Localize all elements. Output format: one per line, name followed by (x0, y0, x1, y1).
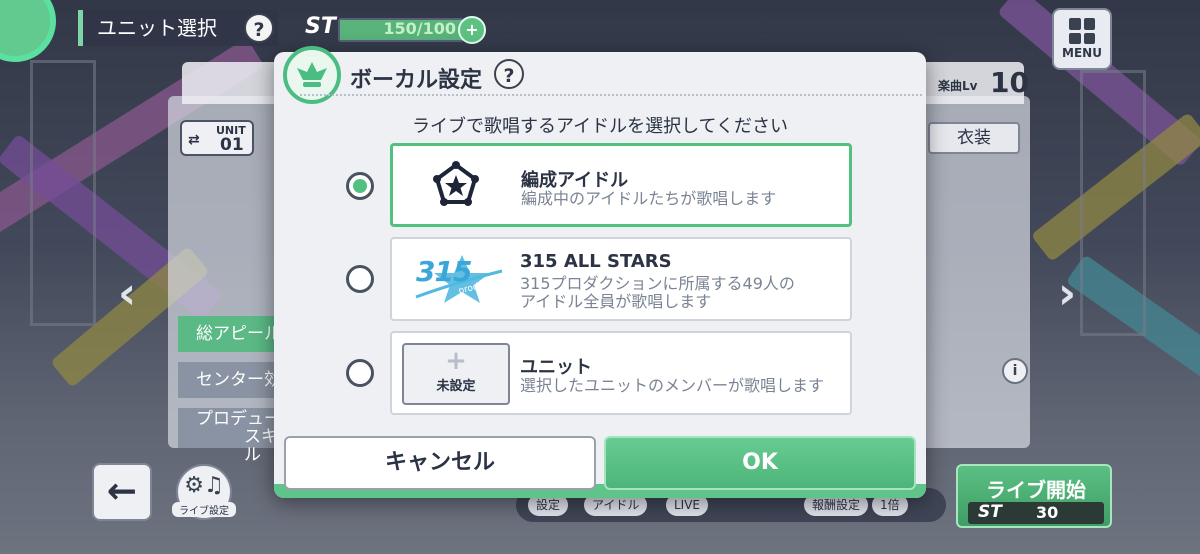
option-desc: 編成中のアイドルたちが歌唱します (521, 189, 777, 208)
song-level-value: 10 (990, 66, 1029, 99)
live-start-button[interactable]: ライブ開始 ST 30 (956, 464, 1112, 528)
costume-button[interactable]: 衣装 (928, 122, 1020, 154)
tab-producer-line1: プロデュー (196, 409, 281, 429)
dialog-instruction: ライブで歌唱するアイドルを選択してください (411, 116, 789, 137)
option-315-all-stars[interactable]: 315 production 315 ALL STARS 315プロダクションに… (390, 237, 852, 321)
plus-icon: + (445, 346, 467, 376)
radio-315-all-stars[interactable] (346, 265, 374, 293)
unit-unset-button[interactable]: + 未設定 (402, 343, 510, 405)
radio-unit[interactable] (346, 359, 374, 387)
stamina-bar: 150/100 (338, 18, 464, 42)
stamina-plus-button[interactable]: + (458, 16, 486, 44)
option-desc: 選択したユニットのメンバーが歌唱します (520, 376, 825, 395)
stamina-text: 150/100 (383, 19, 456, 38)
option-unit[interactable]: + 未設定 ユニット 選択したユニットのメンバーが歌唱します (390, 331, 852, 415)
unit-chip-number: 01 (220, 135, 244, 155)
back-button[interactable]: ← (92, 463, 152, 521)
dialog-divider (300, 94, 922, 96)
info-icon[interactable]: i (1002, 358, 1028, 384)
tab-center[interactable]: センター効 (178, 362, 282, 398)
tab-producer-line2: スキル (244, 427, 278, 465)
tab-producer[interactable]: プロデュー スキル (178, 408, 282, 464)
option-desc-line1: 315プロダクションに所属する49人の (520, 274, 795, 293)
unit-switch-button[interactable]: ⇄ UNIT 01 (180, 120, 254, 156)
ok-button[interactable]: OK (604, 436, 916, 490)
menu-label: MENU (1062, 46, 1102, 60)
315-production-logo: 315 production (414, 253, 507, 305)
next-arrow-icon[interactable]: › (1058, 270, 1084, 318)
menu-button[interactable]: MENU (1052, 8, 1112, 70)
start-st-value: 30 (1036, 503, 1059, 522)
tab-total-appeal[interactable]: 総アピール (178, 316, 282, 352)
gear-music-icon: ⚙♫ (184, 473, 224, 498)
dialog-title: ボーカル設定 (350, 68, 483, 93)
radio-formation-idol[interactable] (346, 172, 374, 200)
unset-label: 未設定 (436, 379, 476, 394)
grid-icon (1069, 18, 1095, 44)
star-pentagon-icon (433, 161, 479, 206)
start-st-label: ST (978, 502, 1002, 522)
option-desc-line2: アイドル全員が歌唱します (520, 292, 712, 311)
cancel-button[interactable]: キャンセル (284, 436, 596, 490)
swap-icon: ⇄ (188, 132, 200, 148)
help-icon[interactable]: ? (244, 13, 274, 43)
315-logo-text: 315 (416, 255, 472, 288)
stamina-label: ST (305, 14, 336, 39)
prev-arrow-icon[interactable]: ‹ (118, 270, 144, 318)
live-start-cost: ST 30 (968, 502, 1104, 524)
option-title: 315 ALL STARS (520, 251, 672, 272)
live-settings-label: ライブ設定 (172, 502, 236, 517)
live-start-label: ライブ開始 (986, 478, 1086, 502)
option-formation-idol[interactable]: 編成アイドル 編成中のアイドルたちが歌唱します (390, 143, 852, 227)
song-level-label: 楽曲Lv (938, 79, 978, 93)
dialog-help-icon[interactable]: ? (494, 59, 524, 89)
